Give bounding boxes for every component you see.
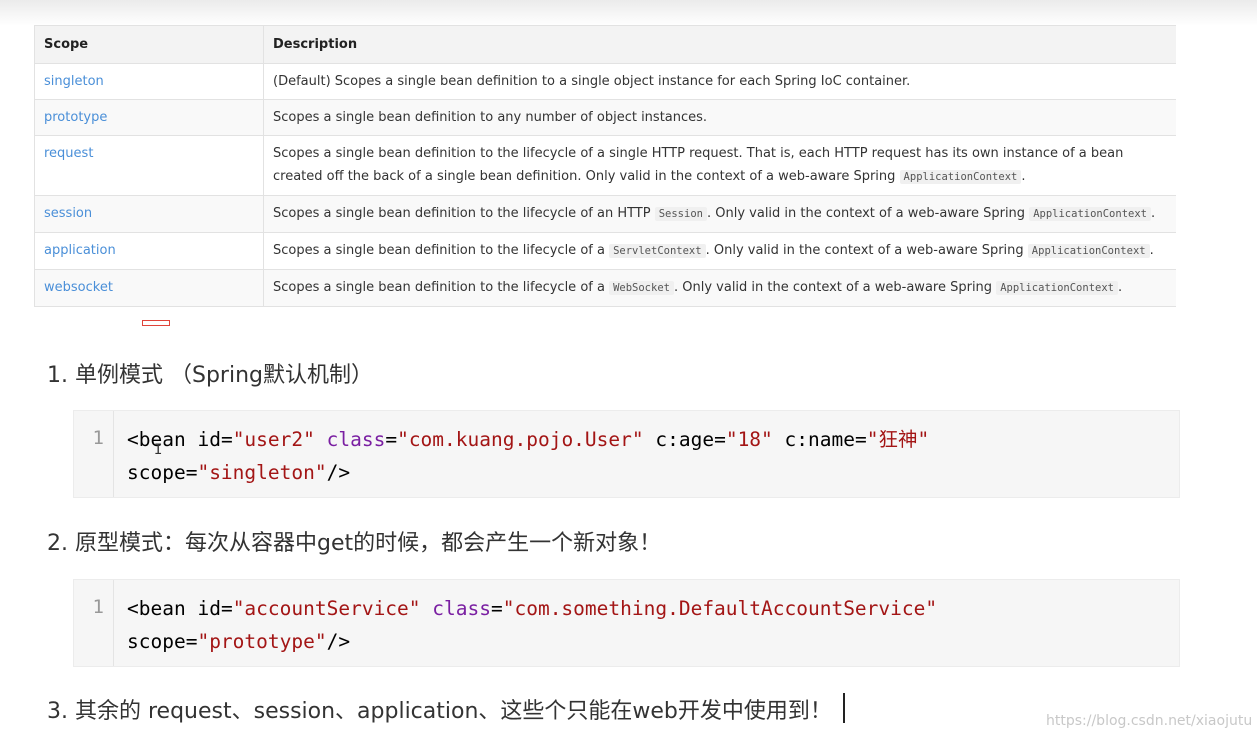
code-token: = (220, 428, 233, 451)
scope-link-request[interactable]: request (44, 146, 93, 161)
inline-code: ApplicationContext (899, 170, 1022, 184)
code-token: "com.something.DefaultAccountService" (502, 597, 938, 620)
code-token: <bean (127, 597, 198, 620)
table-row: prototype Scopes a single bean definition… (34, 99, 1176, 136)
heading-singleton: 1. 单例模式 （Spring默认机制） (47, 363, 373, 388)
table-row: websocket Scopes a single bean definition… (34, 269, 1176, 307)
code-token: id (197, 597, 221, 620)
inline-code: Session (654, 207, 707, 221)
table-row: session Scopes a single bean definition t… (34, 195, 1176, 233)
code-token: class (326, 428, 386, 451)
highlight-mark (142, 320, 170, 326)
text-cursor-icon: I (154, 442, 163, 458)
code-line: scope="prototype"/> (127, 625, 937, 658)
table-body: singleton (Default) Scopes a single bean … (34, 63, 1176, 307)
code-token: = (385, 428, 398, 451)
watermark: https://blog.csdn.net/xiaojutu (1046, 713, 1253, 729)
description-text: Scopes a single bean definition to the l… (273, 280, 610, 295)
description-text: (Default) Scopes a single bean definitio… (273, 74, 911, 89)
code-token: scope (127, 630, 186, 653)
code-token: "user2" (232, 428, 315, 451)
code-token: = (855, 428, 867, 451)
code-text[interactable]: <bean id="accountService" class="com.som… (127, 592, 937, 658)
code-token: = (714, 428, 726, 451)
description-cell: Scopes a single bean definition to the l… (263, 232, 1176, 270)
scope-cell: prototype (34, 99, 264, 136)
code-token: "com.kuang.pojo.User" (397, 428, 644, 451)
code-token: /> (326, 461, 351, 484)
code-line: <bean id="user2" class="com.kuang.pojo.U… (127, 423, 929, 456)
heading-others: 3. 其余的 request、session、application、这些个只能… (47, 699, 832, 724)
code-block-prototype[interactable]: 1 <bean id="accountService" class="com.s… (73, 579, 1180, 667)
caret (843, 693, 845, 723)
description-text: . (1149, 243, 1154, 258)
code-token: = (185, 630, 198, 653)
inline-code: ServletContext (609, 244, 706, 258)
description-text: . Only valid in the context of a web-awa… (673, 280, 997, 295)
header-description: Description (263, 25, 1176, 64)
scope-cell: session (34, 195, 264, 233)
scope-link-prototype[interactable]: prototype (44, 110, 107, 125)
description-text: Scopes a single bean definition to any n… (273, 110, 708, 125)
code-token: "prototype" (197, 630, 327, 653)
code-token: c:name (784, 428, 855, 451)
scope-cell: websocket (34, 269, 264, 307)
header-scope: Scope (34, 25, 264, 64)
scope-table: Scope Description singleton (Default) Sco… (34, 25, 1176, 307)
scope-cell: singleton (34, 63, 264, 100)
inline-code: ApplicationContext (1029, 207, 1151, 221)
table-row: request Scopes a single bean definition t… (34, 135, 1176, 196)
description-cell: Scopes a single bean definition to the l… (263, 135, 1176, 196)
line-number: 1 (74, 580, 114, 666)
code-token: id (197, 428, 221, 451)
description-text: . (1117, 280, 1123, 295)
table-header-row: Scope Description (34, 25, 1176, 64)
description-cell: Scopes a single bean definition to the l… (263, 195, 1176, 233)
code-token: scope (127, 461, 186, 484)
code-token: = (490, 597, 503, 620)
code-token: /> (326, 630, 351, 653)
description-text: . (1021, 169, 1026, 184)
table-row: singleton (Default) Scopes a single bean … (34, 63, 1176, 100)
code-token: = (220, 597, 233, 620)
code-token: "狂神" (866, 428, 930, 451)
table-row: application Scopes a single bean definiti… (34, 232, 1176, 270)
description-cell: Scopes a single bean definition to any n… (263, 99, 1176, 136)
scope-link-session[interactable]: session (44, 206, 92, 221)
scope-cell: application (34, 232, 264, 270)
scope-cell: request (34, 135, 264, 196)
code-token: = (185, 461, 198, 484)
description-cell: (Default) Scopes a single bean definitio… (263, 63, 1176, 100)
description-text: . (1150, 206, 1156, 221)
scope-link-websocket[interactable]: websocket (44, 280, 113, 295)
description-text: . Only valid in the context of a web-awa… (705, 243, 1028, 258)
code-block-singleton[interactable]: 1 <bean id="user2" class="com.kuang.pojo… (73, 410, 1180, 498)
scope-link-singleton[interactable]: singleton (44, 74, 104, 89)
code-line: scope="singleton"/> (127, 456, 929, 489)
scope-link-application[interactable]: application (44, 243, 116, 258)
code-token: "accountService" (232, 597, 421, 620)
description-text: . Only valid in the context of a web-awa… (706, 206, 1030, 221)
line-number: 1 (74, 411, 114, 497)
code-line: <bean id="accountService" class="com.som… (127, 592, 937, 625)
top-shade (0, 0, 1257, 26)
heading-prototype: 2. 原型模式：每次从容器中get的时候，都会产生一个新对象！ (47, 531, 662, 556)
description-text: Scopes a single bean definition to the l… (273, 243, 610, 258)
inline-code: WebSocket (609, 281, 674, 295)
description-text: Scopes a single bean definition to the l… (273, 206, 655, 221)
code-token: "18" (725, 428, 773, 451)
inline-code: ApplicationContext (996, 281, 1118, 295)
inline-code: ApplicationContext (1027, 244, 1150, 258)
code-token: "singleton" (197, 461, 327, 484)
description-cell: Scopes a single bean definition to the l… (263, 269, 1176, 307)
code-token: c:age (655, 428, 715, 451)
code-text[interactable]: <bean id="user2" class="com.kuang.pojo.U… (127, 423, 929, 489)
code-token: class (432, 597, 491, 620)
